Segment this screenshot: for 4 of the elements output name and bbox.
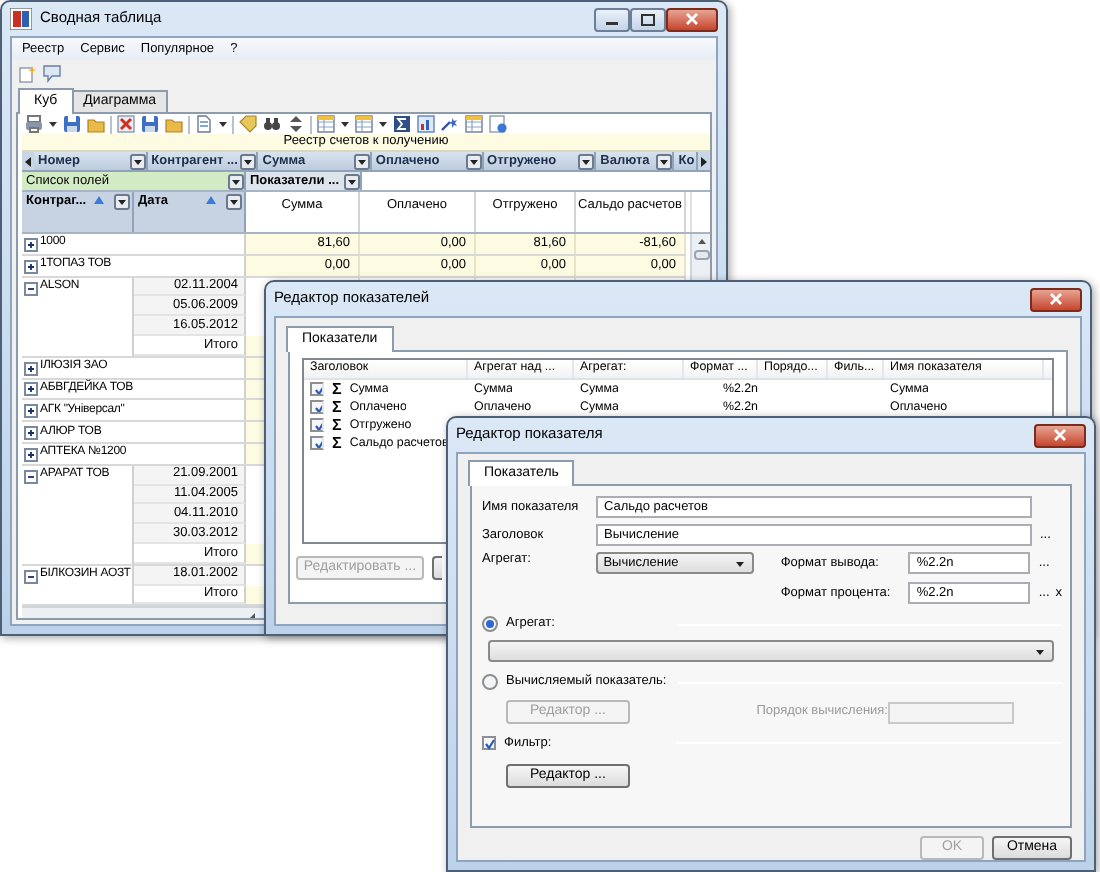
sigma-symbol: Σ [332,433,342,453]
sigma-symbol: Σ [332,415,342,435]
sigma-symbol: Σ [332,397,342,417]
sigma-symbol: Σ [332,379,342,399]
